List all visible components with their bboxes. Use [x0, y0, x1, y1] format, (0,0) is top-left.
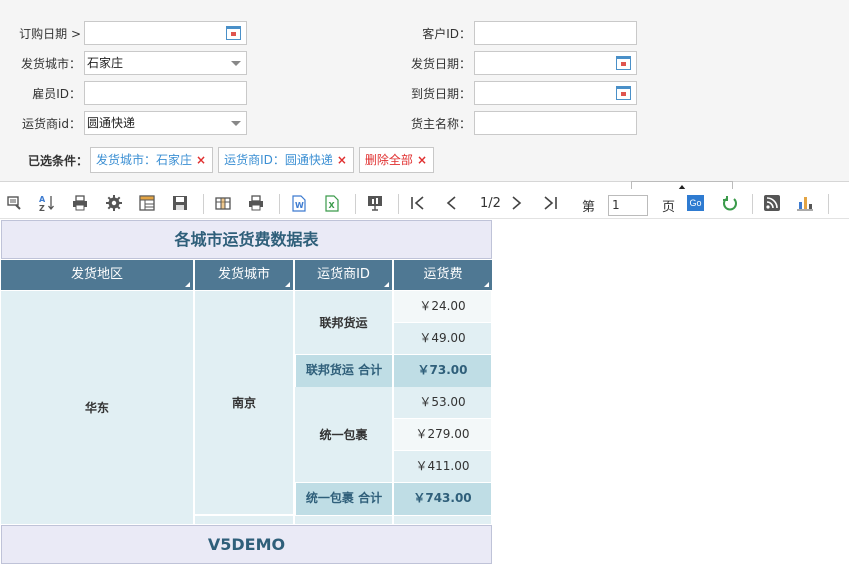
chevron-down-icon[interactable]: [231, 61, 241, 66]
condition-tag-ship-city[interactable]: 发货城市：石家庄 ×: [90, 147, 214, 173]
toolbar-separator: [398, 194, 399, 214]
carrier-id-select[interactable]: 圆通快递: [84, 111, 247, 135]
report-title: 各城市运货费数据表: [1, 220, 492, 259]
sort-icon[interactable]: AZ: [37, 193, 57, 213]
carrier-cell-continued: [295, 516, 394, 525]
chart-icon[interactable]: [795, 193, 815, 213]
freight-value: ￥49.00: [394, 323, 491, 355]
carrier-id-label: 运货商id：: [22, 116, 81, 131]
carrier-id-row: 运货商id： 圆通快递: [4, 111, 247, 135]
word-export-icon[interactable]: W: [289, 193, 309, 213]
query-icon[interactable]: [5, 193, 25, 213]
employee-id-row: 雇员ID：: [4, 81, 247, 105]
clear-all-button[interactable]: 删除全部 ×: [358, 147, 434, 173]
region-cell: 华东: [1, 291, 195, 525]
shipper-name-row: 货主名称：: [394, 111, 637, 135]
print-preview-icon[interactable]: [246, 193, 266, 213]
settings-icon[interactable]: [104, 193, 124, 213]
calendar-icon[interactable]: [616, 86, 631, 100]
subtotal-value: ￥743.00: [394, 483, 491, 515]
toolbar-separator: [828, 194, 829, 214]
subtotal-value: ￥73.00: [394, 355, 491, 387]
selected-conditions: 已选条件： 发货城市：石家庄 × 运货商ID：圆通快递 × 删除全部 ×: [0, 147, 439, 173]
toolbar-separator: [752, 194, 753, 214]
columns-icon[interactable]: [213, 193, 233, 213]
employee-id-label: 雇员ID：: [32, 86, 81, 101]
close-icon[interactable]: ×: [196, 148, 206, 172]
customer-id-row: 客户ID：: [394, 21, 637, 45]
freight-value: ￥53.00: [394, 387, 491, 419]
city-cell-continued: [195, 516, 295, 525]
carrier-cell: 联邦货运: [295, 291, 394, 355]
condition-tag-carrier[interactable]: 运货商ID：圆通快递 ×: [218, 147, 354, 173]
column-header-city[interactable]: 发货城市: [195, 260, 295, 290]
carrier-cell: 统一包裹: [295, 387, 394, 483]
layout-icon[interactable]: [137, 193, 157, 213]
shipper-name-input[interactable]: [474, 111, 637, 135]
ship-city-select[interactable]: 石家庄: [84, 51, 247, 75]
close-icon[interactable]: ×: [337, 148, 347, 172]
last-page-icon[interactable]: [540, 193, 560, 213]
svg-text:W: W: [295, 201, 304, 210]
arrive-date-input[interactable]: [474, 81, 637, 105]
customer-id-input[interactable]: [474, 21, 637, 45]
order-date-label: 订购日期 >: [19, 26, 81, 41]
order-date-input[interactable]: [84, 21, 247, 45]
calendar-icon[interactable]: [616, 56, 631, 70]
rss-icon[interactable]: [762, 193, 782, 213]
city-cell: 南京: [195, 291, 295, 515]
column-header-region[interactable]: 发货地区: [1, 260, 195, 290]
excel-export-icon[interactable]: X: [322, 193, 342, 213]
ship-city-row: 发货城市： 石家庄: [4, 51, 247, 75]
subtotal-label: 联邦货运 合计: [296, 355, 393, 387]
chevron-down-icon[interactable]: [231, 121, 241, 126]
report-footer: V5DEMO: [1, 525, 492, 564]
toolbar-separator: [203, 194, 204, 214]
column-header-carrier[interactable]: 运货商ID: [295, 260, 394, 290]
svg-text:Z: Z: [39, 204, 45, 212]
page-indicator: 1/2: [480, 196, 501, 211]
ship-city-label: 发货城市：: [20, 56, 81, 71]
page-suffix: 页: [662, 200, 676, 215]
freight-value: ￥279.00: [394, 419, 491, 451]
filter-form: 订购日期 > 客户ID： 发货城市： 石家庄 发货日期： 雇员ID： 到货日期：: [0, 0, 849, 181]
calendar-icon[interactable]: [226, 26, 241, 40]
first-page-icon[interactable]: [408, 193, 428, 213]
ship-date-input[interactable]: [474, 51, 637, 75]
toolbar-separator: [279, 194, 280, 214]
go-button[interactable]: Go: [687, 195, 704, 211]
carrier-id-value: 圆通快递: [87, 116, 136, 130]
prev-page-icon[interactable]: [441, 193, 461, 213]
arrive-date-label: 到货日期：: [410, 86, 471, 101]
toolbar-separator: [355, 194, 356, 214]
next-page-icon[interactable]: [507, 193, 527, 213]
save-icon[interactable]: [170, 193, 190, 213]
refresh-icon[interactable]: [720, 193, 740, 213]
ship-date-label: 发货日期：: [410, 56, 471, 71]
print-icon[interactable]: [70, 193, 90, 213]
freight-cell-continued: [394, 516, 491, 525]
arrive-date-row: 到货日期：: [394, 81, 637, 105]
report-toolbar: AZ W X 1/2 第 1 页 Go: [0, 189, 849, 219]
shipper-name-label: 货主名称：: [410, 116, 471, 131]
presentation-icon[interactable]: [365, 193, 385, 213]
close-icon[interactable]: ×: [417, 148, 427, 172]
customer-id-label: 客户ID：: [422, 26, 471, 41]
freight-value: ￥411.00: [394, 451, 491, 483]
ship-city-value: 石家庄: [87, 56, 124, 70]
freight-value: ￥24.00: [394, 291, 491, 323]
conditions-label: 已选条件：: [27, 153, 88, 168]
ship-date-row: 发货日期：: [394, 51, 637, 75]
subtotal-label: 统一包裹 合计: [296, 483, 393, 515]
svg-text:A: A: [39, 195, 46, 204]
column-header-freight[interactable]: 运货费: [394, 260, 492, 290]
order-date-row: 订购日期 >: [4, 21, 247, 45]
report-table: 各城市运货费数据表 发货地区 发货城市 运货商ID 运货费 华东 南京 联邦货运…: [1, 220, 492, 576]
employee-id-input[interactable]: [84, 81, 247, 105]
page-prefix: 第: [582, 200, 596, 215]
page-number-input[interactable]: 1: [608, 195, 648, 216]
svg-text:X: X: [329, 201, 336, 210]
